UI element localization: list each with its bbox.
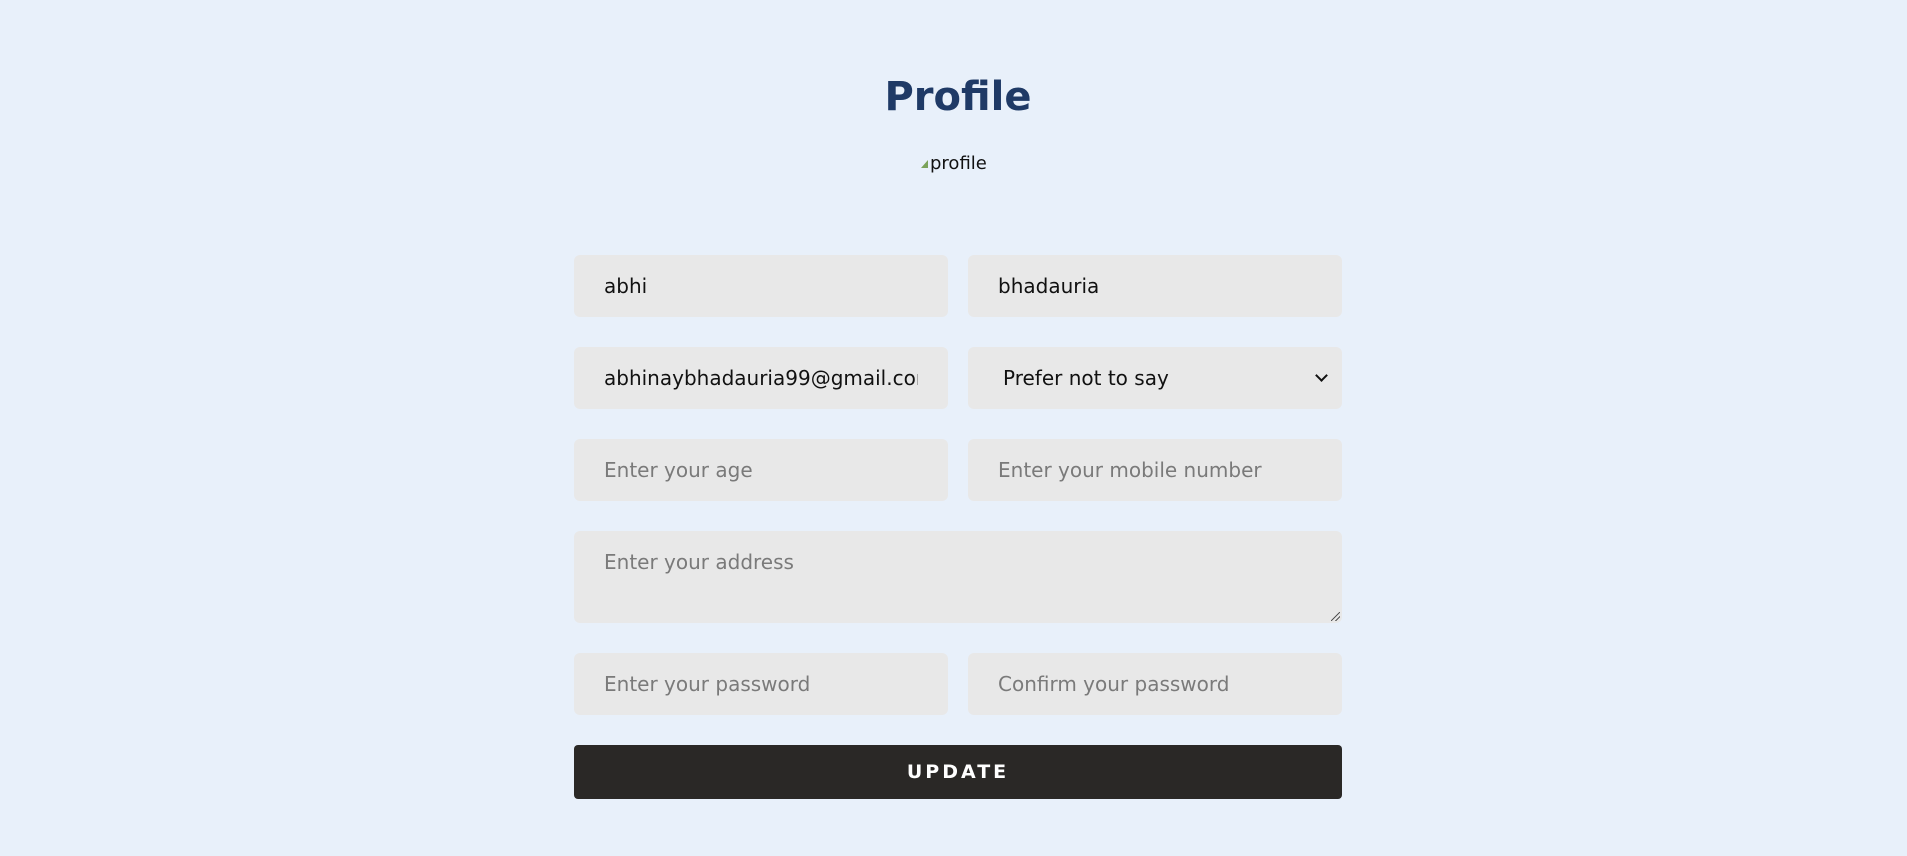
profile-page: Profile profile Prefer not to say UPDATE — [0, 0, 1907, 856]
email-input[interactable] — [574, 347, 948, 409]
password-input[interactable] — [574, 653, 948, 715]
age-input[interactable] — [574, 439, 948, 501]
page-title: Profile — [884, 74, 1032, 120]
broken-image-icon — [921, 160, 928, 168]
update-button[interactable]: UPDATE — [574, 745, 1342, 799]
gender-selected-value: Prefer not to say — [1003, 366, 1169, 390]
first-name-input[interactable] — [574, 255, 948, 317]
avatar-alt-text: profile — [930, 152, 987, 174]
last-name-input[interactable] — [968, 255, 1342, 317]
chevron-down-icon — [1315, 369, 1328, 382]
resize-handle-icon[interactable] — [1331, 612, 1340, 621]
gender-select[interactable]: Prefer not to say — [968, 347, 1342, 409]
address-textarea[interactable] — [574, 531, 1342, 623]
avatar: profile — [921, 151, 1001, 175]
mobile-input[interactable] — [968, 439, 1342, 501]
confirm-password-input[interactable] — [968, 653, 1342, 715]
